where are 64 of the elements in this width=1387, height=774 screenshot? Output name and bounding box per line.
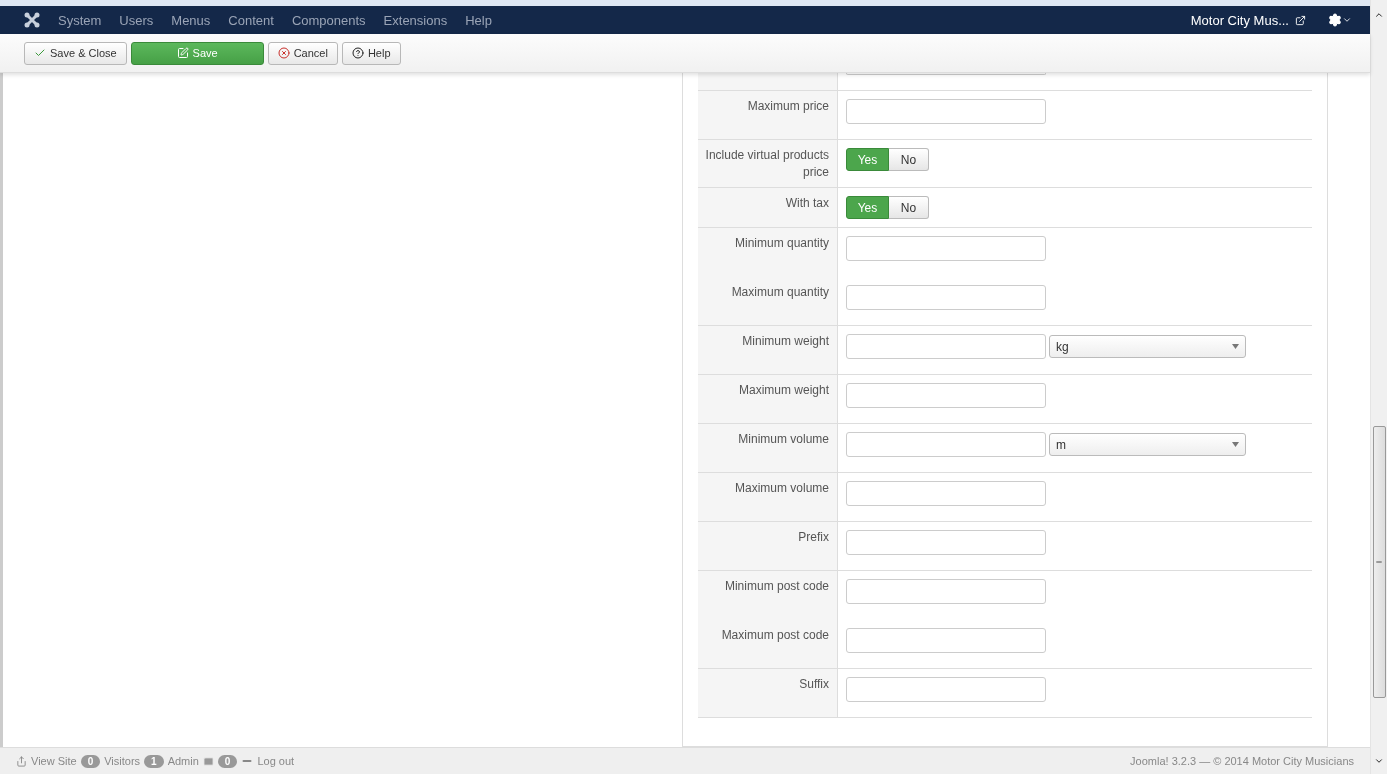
field-label: Prefix	[798, 529, 829, 546]
input-field[interactable]	[846, 530, 1046, 555]
input-field[interactable]	[846, 236, 1046, 261]
site-link[interactable]: Motor City Mus...	[1190, 12, 1306, 28]
input-field[interactable]	[846, 383, 1046, 408]
menu-item[interactable]: Components	[291, 12, 366, 28]
menu-item[interactable]: Help	[465, 12, 492, 28]
toggle-option[interactable]: No	[889, 148, 929, 171]
logo-icon	[24, 12, 40, 28]
field-label: Include virtual products price	[704, 147, 829, 181]
menu-item[interactable]: Content	[228, 12, 274, 28]
footer-text: Joomla! 3.2.3 — © 2014 Motor City Musicians	[1130, 755, 1354, 767]
view-site-link[interactable]: View Site	[16, 755, 77, 767]
messages-count: 0	[217, 754, 238, 768]
help-button[interactable]: Help	[341, 41, 401, 65]
input-field[interactable]	[846, 628, 1046, 653]
check-icon	[34, 47, 46, 59]
menu-item[interactable]: Menus	[171, 12, 211, 28]
visitors-count: 0	[80, 754, 101, 768]
cancel-button[interactable]: Cancel	[267, 41, 338, 65]
field-label: Maximum weight	[738, 382, 829, 399]
admin-count: 1	[144, 754, 164, 768]
unit-select[interactable]: m	[1049, 433, 1246, 456]
field-label: Minimum weight	[742, 333, 829, 350]
input-field[interactable]	[846, 334, 1046, 359]
input-field[interactable]	[846, 432, 1046, 457]
field-label: With tax	[785, 195, 829, 212]
field-label: Minimum post code	[724, 578, 829, 595]
toggle-option[interactable]: Yes	[846, 148, 889, 171]
field-label: Maximum quantity	[731, 284, 829, 301]
cancel-icon	[277, 47, 290, 59]
external-link-icon	[1295, 14, 1306, 26]
edit-icon	[176, 47, 189, 59]
field-label: Minimum volume	[738, 431, 829, 448]
help-icon	[351, 47, 364, 59]
scroll-up-icon[interactable]	[1374, 10, 1384, 20]
menu-item[interactable]: Extensions	[383, 12, 448, 28]
field-label: Maximum volume	[734, 480, 829, 497]
input-field[interactable]	[846, 285, 1046, 310]
field-label: Maximum post code	[721, 627, 829, 644]
menu-item[interactable]: Users	[119, 12, 154, 28]
admin-label: Admin	[167, 755, 199, 767]
field-label: Suffix	[799, 676, 829, 693]
share-icon	[16, 755, 27, 767]
scroll-thumb[interactable]	[1372, 426, 1386, 698]
caret-icon	[1342, 15, 1352, 25]
menu-item[interactable]: System	[58, 12, 102, 28]
scrollbar[interactable]	[1370, 0, 1387, 774]
grip-icon	[1375, 558, 1383, 566]
toggle-option[interactable]: No	[889, 196, 929, 219]
input-field[interactable]	[846, 579, 1046, 604]
input-field[interactable]	[846, 481, 1046, 506]
scroll-down-icon[interactable]	[1374, 756, 1384, 766]
caret-icon	[1232, 442, 1239, 447]
caret-icon	[1232, 344, 1239, 349]
field-label: Maximum price	[747, 98, 829, 115]
visitors-label: Visitors	[104, 755, 141, 767]
field-label: Minimum quantity	[734, 235, 829, 252]
input-field[interactable]	[846, 677, 1046, 702]
input-field[interactable]	[846, 99, 1046, 124]
toggle-option[interactable]: Yes	[846, 196, 889, 219]
save-close-button[interactable]: Save & Close	[24, 41, 127, 65]
logout-link[interactable]: Log out	[241, 755, 295, 767]
unit-select[interactable]: kg	[1049, 335, 1246, 358]
